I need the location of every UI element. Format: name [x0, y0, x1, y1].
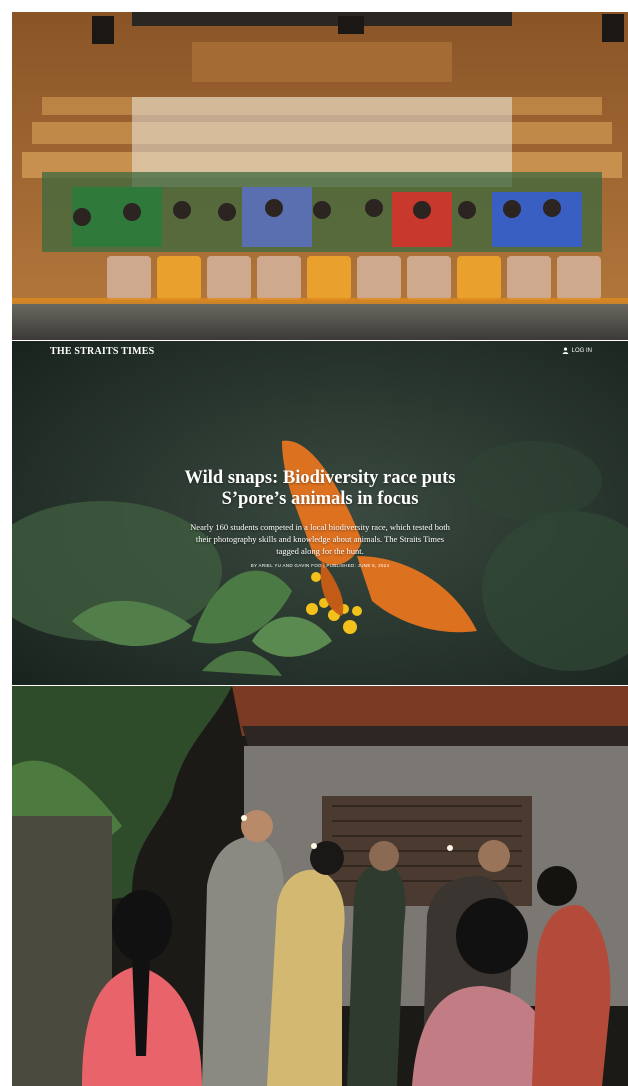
site-masthead-logo[interactable]: THE STRAITS TIMES	[50, 346, 154, 357]
user-icon	[562, 347, 569, 354]
login-button[interactable]: LOG IN	[562, 347, 592, 354]
standfirst-line-3: tagged along for the hunt.	[276, 546, 364, 556]
auditorium-group-photo	[12, 12, 628, 340]
article-title-line-1: Wild snaps: Biodiversity race puts	[184, 468, 456, 488]
article-title: Wild snaps: Biodiversity race puts S’por…	[170, 468, 470, 510]
article-title-line-2: S’pore’s animals in focus	[221, 489, 419, 509]
standfirst-line-2: their photography skills and knowledge a…	[195, 534, 445, 544]
login-label: LOG IN	[571, 347, 592, 354]
standfirst-line-1: Nearly 160 students competed in a local …	[190, 522, 450, 532]
article-standfirst: Nearly 160 students competed in a local …	[176, 521, 464, 557]
night-walk-photo	[12, 686, 628, 1086]
article-header: Wild snaps: Biodiversity race puts S’por…	[170, 468, 470, 568]
article-byline: BY ARIEL YU AND GAVIN FOO | PUBLISHED: J…	[250, 563, 390, 568]
